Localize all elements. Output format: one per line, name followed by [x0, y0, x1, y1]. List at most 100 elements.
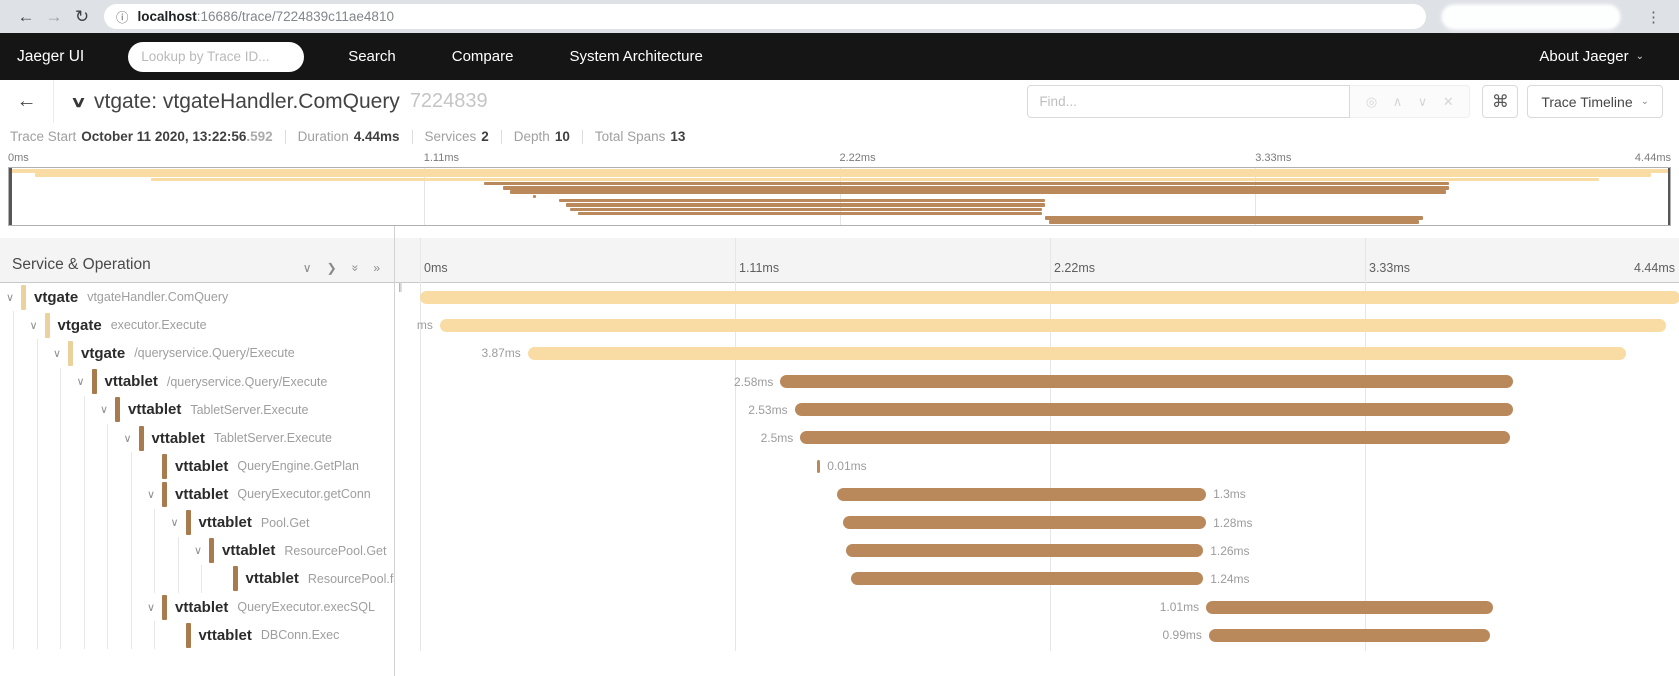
- span-bar-row[interactable]: 1.01ms: [395, 593, 1679, 621]
- span-bar[interactable]: [851, 572, 1203, 585]
- chevron-down-icon[interactable]: ∨: [100, 403, 115, 416]
- trace-id-lookup-input[interactable]: [128, 42, 304, 72]
- span-bar-row[interactable]: ms: [395, 311, 1679, 339]
- span-bar-row[interactable]: 0.99ms: [395, 621, 1679, 649]
- span-bar-row[interactable]: 1.26ms: [395, 537, 1679, 565]
- span-bar-row[interactable]: 2.53ms: [395, 396, 1679, 424]
- span-bar[interactable]: [1209, 629, 1490, 642]
- span-bar[interactable]: [1206, 601, 1493, 614]
- span-operation-name: executor.Execute: [111, 318, 207, 332]
- span-operation-name: QueryExecutor.getConn: [237, 487, 370, 501]
- address-bar[interactable]: ⓘ localhost:16686/trace/7224839c11ae4810: [104, 4, 1426, 29]
- browser-back-icon[interactable]: ←: [12, 7, 40, 27]
- span-bar[interactable]: [420, 291, 1679, 304]
- tree-row[interactable]: vttabletDBConn.Exec: [0, 621, 394, 649]
- chevron-down-icon[interactable]: ∨: [147, 488, 162, 501]
- chevron-down-icon[interactable]: ∨: [30, 319, 45, 332]
- chevron-down-icon[interactable]: ∨: [147, 601, 162, 614]
- ruler-tick-label: 0ms: [424, 261, 448, 275]
- span-operation-name: QueryEngine.GetPlan: [237, 459, 359, 473]
- find-input[interactable]: [1027, 85, 1350, 118]
- trace-view-selector[interactable]: Trace Timeline ⌄: [1527, 85, 1663, 118]
- span-bar[interactable]: [795, 403, 1513, 416]
- command-icon: ⌘: [1492, 92, 1509, 112]
- page-info-icon[interactable]: ⓘ: [116, 7, 129, 26]
- nav-item-system-architecture[interactable]: System Architecture: [569, 48, 702, 65]
- span-bar[interactable]: [837, 488, 1206, 501]
- span-bar-row[interactable]: 1.28ms: [395, 509, 1679, 537]
- keyboard-shortcuts-button[interactable]: ⌘: [1482, 85, 1518, 118]
- span-bar[interactable]: [780, 375, 1512, 388]
- indent-guide: [84, 621, 85, 649]
- nav-item-compare[interactable]: Compare: [452, 48, 514, 65]
- minimap-canvas[interactable]: [8, 167, 1671, 226]
- nav-item-search[interactable]: Search: [348, 48, 396, 65]
- span-bar-row[interactable]: 3.87ms: [395, 339, 1679, 367]
- tree-row[interactable]: ∨vttabletQueryExecutor.execSQL: [0, 593, 394, 621]
- indent-guide: [60, 509, 61, 537]
- view-selector-label: Trace Timeline: [1541, 94, 1632, 110]
- span-bar[interactable]: [528, 347, 1626, 360]
- clear-search-icon[interactable]: ✕: [1443, 94, 1454, 110]
- span-bar[interactable]: [843, 516, 1206, 529]
- span-service-name: vttablet: [175, 599, 228, 616]
- tree-row[interactable]: ∨vttablet/queryservice.Query/Execute: [0, 368, 394, 396]
- screen: ← → ↻ ⓘ localhost:16686/trace/7224839c11…: [0, 0, 1679, 676]
- double-chevron-right-icon[interactable]: »: [373, 262, 380, 274]
- tree-row[interactable]: ∨vttabletTabletServer.Execute: [0, 424, 394, 452]
- span-tree-panel: Service & Operation ∨ ❯ » » ∨vtgatevtgat…: [0, 226, 394, 676]
- tree-row[interactable]: ∨vttabletResourcePool.Get: [0, 537, 394, 565]
- minimap-right-handle[interactable]: [1668, 168, 1671, 225]
- indent-guide: [13, 339, 14, 367]
- double-chevron-down-icon[interactable]: »: [349, 265, 361, 272]
- browser-menu-icon[interactable]: ⋮: [1646, 8, 1661, 26]
- tree-row[interactable]: ∨vtgateexecutor.Execute: [0, 311, 394, 339]
- chevron-down-icon[interactable]: ∨: [77, 375, 92, 388]
- span-bar-row[interactable]: 1.3ms: [395, 480, 1679, 508]
- span-duration-label: ms: [417, 311, 433, 339]
- span-bar[interactable]: [440, 319, 1666, 332]
- chevron-right-icon[interactable]: ❯: [327, 262, 337, 274]
- back-button[interactable]: ←: [0, 80, 54, 123]
- chevron-down-icon[interactable]: ∨: [124, 432, 139, 445]
- tree-row[interactable]: ∨vttabletTabletServer.Execute: [0, 396, 394, 424]
- minimap-span-bar: [570, 208, 1041, 212]
- indent-guide: [60, 565, 61, 593]
- tree-row[interactable]: ∨vttabletQueryExecutor.getConn: [0, 480, 394, 508]
- browser-forward-icon[interactable]: →: [40, 7, 68, 27]
- find-controls: ◎ ∧ ∨ ✕: [1350, 85, 1470, 118]
- prev-result-icon[interactable]: ∧: [1393, 94, 1403, 110]
- tree-row[interactable]: vttabletQueryEngine.GetPlan: [0, 452, 394, 480]
- span-color-strip: [186, 623, 191, 648]
- chevron-down-icon[interactable]: ∨: [303, 262, 312, 274]
- span-duration-label: 3.87ms: [481, 339, 520, 367]
- indent-guide: [13, 621, 14, 649]
- span-bar[interactable]: [846, 544, 1204, 557]
- chevron-down-icon[interactable]: ∨: [6, 291, 21, 304]
- span-bar[interactable]: [800, 431, 1510, 444]
- tree-row[interactable]: ∨vtgate/queryservice.Query/Execute: [0, 339, 394, 367]
- collapse-trace-detail-icon[interactable]: ∨: [70, 93, 86, 111]
- span-bar[interactable]: [817, 460, 820, 473]
- span-bar-row[interactable]: 0.01ms: [395, 452, 1679, 480]
- minimap-left-handle[interactable]: [9, 168, 12, 225]
- span-bar-row[interactable]: [395, 283, 1679, 311]
- span-duration-label: 0.99ms: [1163, 621, 1202, 649]
- next-result-icon[interactable]: ∨: [1418, 94, 1428, 110]
- browser-reload-icon[interactable]: ↻: [68, 7, 96, 27]
- focus-target-icon[interactable]: ◎: [1366, 94, 1377, 110]
- chevron-down-icon[interactable]: ∨: [194, 544, 209, 557]
- tree-row[interactable]: vttabletResourcePool.factory: [0, 565, 394, 593]
- span-bar-row[interactable]: 2.58ms: [395, 368, 1679, 396]
- tree-row[interactable]: ∨vttabletPool.Get: [0, 509, 394, 537]
- jaeger-logo[interactable]: Jaeger UI: [17, 48, 84, 66]
- indent-guide: [60, 396, 61, 424]
- span-bar-row[interactable]: 1.24ms: [395, 565, 1679, 593]
- indent-guide: [37, 537, 38, 565]
- span-bar-row[interactable]: 2.5ms: [395, 424, 1679, 452]
- tree-row[interactable]: ∨vtgatevtgateHandler.ComQuery: [0, 283, 394, 311]
- chevron-down-icon[interactable]: ∨: [53, 347, 68, 360]
- chevron-down-icon[interactable]: ∨: [171, 516, 186, 529]
- indent-guide: [107, 621, 108, 649]
- about-jaeger-menu[interactable]: About Jaeger ⌄: [1539, 48, 1644, 65]
